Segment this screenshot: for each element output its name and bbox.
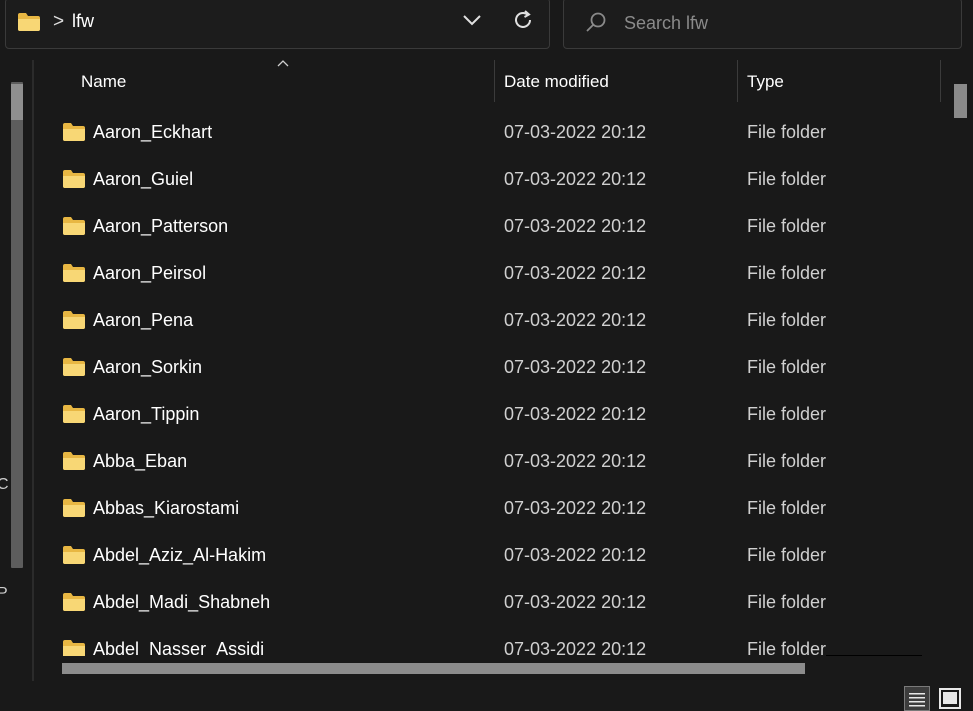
table-row[interactable]: Aaron_Pena 07-03-2022 20:12 File folder xyxy=(36,296,954,343)
folder-icon xyxy=(62,639,86,656)
date-modified: 07-03-2022 20:12 xyxy=(504,216,647,236)
chevron-down-icon[interactable] xyxy=(462,13,482,32)
folder-icon xyxy=(62,169,86,194)
pane-divider[interactable] xyxy=(32,60,34,681)
file-name: Aaron_Peirsol xyxy=(93,263,207,283)
navigation-item-fragment[interactable]: P xyxy=(0,585,8,603)
column-header-name[interactable]: Name xyxy=(81,72,126,92)
file-type: File folder xyxy=(747,404,827,424)
date-modified: 07-03-2022 20:12 xyxy=(504,310,647,330)
date-modified: 07-03-2022 20:12 xyxy=(504,169,647,189)
date-modified: 07-03-2022 20:12 xyxy=(504,404,647,424)
table-row[interactable]: Abdel_Nasser_Assidi 07-03-2022 20:12 Fil… xyxy=(36,625,954,656)
date-modified: 07-03-2022 20:12 xyxy=(504,451,647,471)
date-modified: 07-03-2022 20:12 xyxy=(504,498,647,518)
file-name: Abdel_Nasser_Assidi xyxy=(93,639,265,656)
status-bar xyxy=(0,681,973,711)
file-name: Aaron_Pena xyxy=(93,310,194,330)
column-divider[interactable] xyxy=(494,60,495,102)
navigation-pane-scrollbar[interactable] xyxy=(11,82,23,568)
file-type: File folder xyxy=(747,357,827,377)
address-bar[interactable]: > lfw xyxy=(5,0,550,49)
breadcrumb-separator: > xyxy=(53,11,65,32)
file-list: Aaron_Eckhart 07-03-2022 20:12 File fold… xyxy=(36,108,954,656)
folder-icon xyxy=(62,404,86,429)
folder-icon xyxy=(62,357,86,382)
file-type: File folder xyxy=(747,216,827,236)
file-type: File folder xyxy=(747,169,827,189)
table-row[interactable]: Abbas_Kiarostami 07-03-2022 20:12 File f… xyxy=(36,484,954,531)
navigation-item-fragment[interactable]: C xyxy=(0,476,9,494)
file-name: Aaron_Sorkin xyxy=(93,357,203,377)
table-row[interactable]: Aaron_Peirsol 07-03-2022 20:12 File fold… xyxy=(36,249,954,296)
file-type: File folder xyxy=(747,498,827,518)
file-name: Abba_Eban xyxy=(93,451,188,471)
date-modified: 07-03-2022 20:12 xyxy=(504,263,647,283)
horizontal-scroll-thumb[interactable] xyxy=(62,663,805,674)
refresh-icon[interactable] xyxy=(512,9,534,36)
search-icon xyxy=(584,11,608,40)
table-row[interactable]: Aaron_Patterson 07-03-2022 20:12 File fo… xyxy=(36,202,954,249)
folder-icon xyxy=(62,592,86,617)
date-modified: 07-03-2022 20:12 xyxy=(504,545,647,565)
folder-icon xyxy=(62,545,86,570)
file-name: Abbas_Kiarostami xyxy=(93,498,240,518)
file-name: Abdel_Madi_Shabneh xyxy=(93,592,271,612)
table-row[interactable]: Abba_Eban 07-03-2022 20:12 File folder xyxy=(36,437,954,484)
folder-icon xyxy=(62,310,86,335)
date-modified: 07-03-2022 20:12 xyxy=(504,122,647,142)
file-type: File folder xyxy=(747,451,827,471)
folder-icon xyxy=(62,122,86,147)
file-type: File folder xyxy=(747,639,827,656)
file-type: File folder xyxy=(747,263,827,283)
table-row[interactable]: Aaron_Guiel 07-03-2022 20:12 File folder xyxy=(36,155,954,202)
folder-icon xyxy=(62,498,86,523)
file-name: Aaron_Patterson xyxy=(93,216,229,236)
search-box[interactable]: Search lfw xyxy=(563,0,962,49)
file-type: File folder xyxy=(747,122,827,142)
vertical-scroll-thumb[interactable] xyxy=(954,84,967,118)
folder-icon xyxy=(62,451,86,476)
column-header-date-modified[interactable]: Date modified xyxy=(504,72,609,92)
table-row[interactable]: Aaron_Eckhart 07-03-2022 20:12 File fold… xyxy=(36,108,954,155)
table-row[interactable]: Aaron_Sorkin 07-03-2022 20:12 File folde… xyxy=(36,343,954,390)
file-name: Abdel_Aziz_Al-Hakim xyxy=(93,545,267,565)
folder-icon xyxy=(62,263,86,288)
details-view-button[interactable] xyxy=(904,686,930,711)
file-name: Aaron_Tippin xyxy=(93,404,200,424)
sort-ascending-indicator xyxy=(276,56,290,70)
table-row[interactable]: Abdel_Aziz_Al-Hakim 07-03-2022 20:12 Fil… xyxy=(36,531,954,578)
date-modified: 07-03-2022 20:12 xyxy=(504,639,647,656)
divider xyxy=(826,655,922,656)
column-divider[interactable] xyxy=(737,60,738,102)
date-modified: 07-03-2022 20:12 xyxy=(504,357,647,377)
date-modified: 07-03-2022 20:12 xyxy=(504,592,647,612)
navigation-pane-scroll-thumb[interactable] xyxy=(11,84,23,120)
folder-icon xyxy=(17,12,41,37)
file-name: Aaron_Eckhart xyxy=(93,122,213,142)
file-type: File folder xyxy=(747,592,827,612)
search-input[interactable]: Search lfw xyxy=(624,13,708,34)
breadcrumb-current-folder[interactable]: lfw xyxy=(72,11,94,32)
file-type: File folder xyxy=(747,545,827,565)
column-header-type[interactable]: Type xyxy=(747,72,784,92)
folder-icon xyxy=(62,216,86,241)
table-row[interactable]: Aaron_Tippin 07-03-2022 20:12 File folde… xyxy=(36,390,954,437)
large-icons-view-button[interactable] xyxy=(937,686,963,711)
file-name: Aaron_Guiel xyxy=(93,169,194,189)
table-row[interactable]: Abdel_Madi_Shabneh 07-03-2022 20:12 File… xyxy=(36,578,954,625)
column-divider[interactable] xyxy=(940,60,941,102)
file-type: File folder xyxy=(747,310,827,330)
